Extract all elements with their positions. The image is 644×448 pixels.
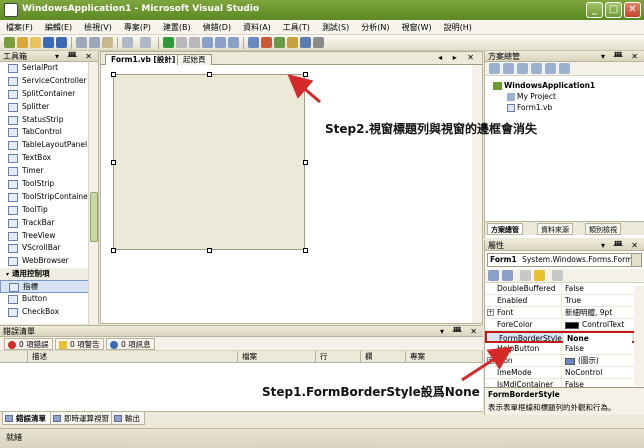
annotation-arrows	[287, 74, 514, 382]
arrow-to-formborderstyle	[461, 346, 514, 382]
arrow-to-designer-tab	[287, 74, 321, 104]
